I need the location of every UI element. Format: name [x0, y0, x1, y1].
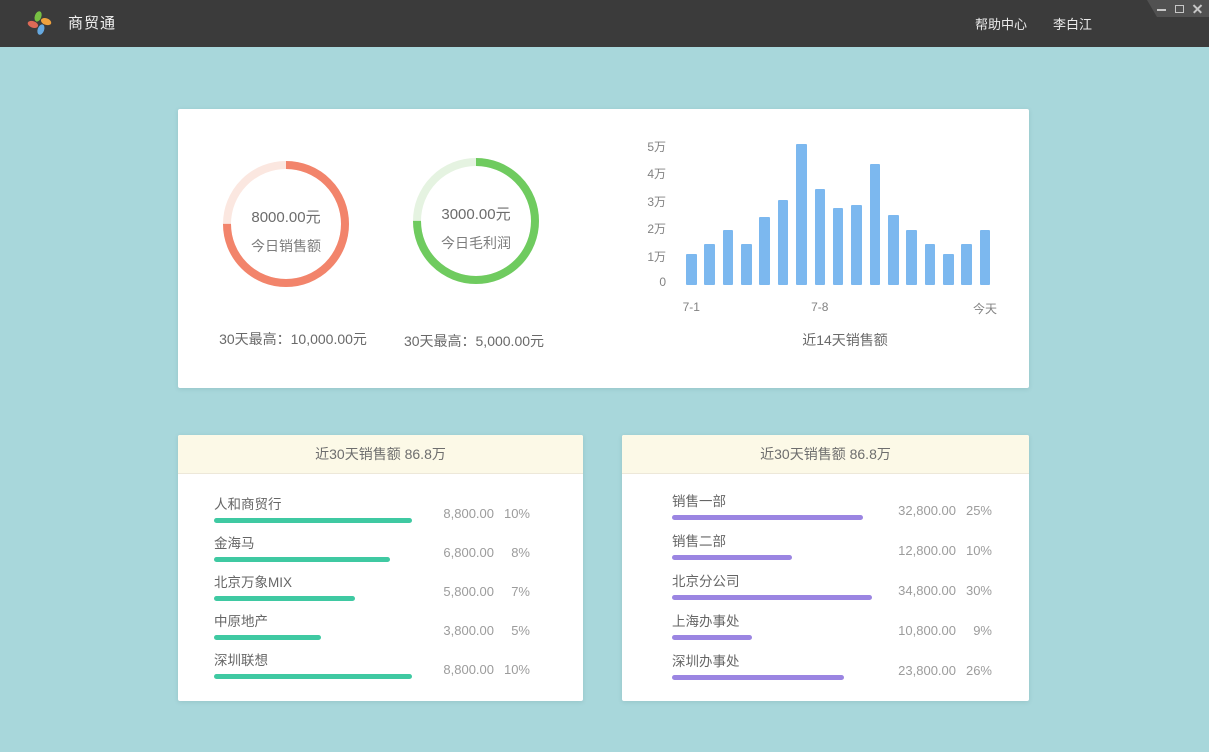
rank-item-value: 5,800.00: [416, 584, 494, 599]
y-tick-label: 1万: [618, 248, 666, 265]
rank-item-percent: 30%: [956, 583, 992, 598]
app-window: 商贸通 帮助中心 李白江 8000.00元 今日销售额 30天最高：10,000…: [0, 0, 1209, 752]
sales-bar: [686, 254, 697, 285]
x-tick-label: 7-8: [780, 300, 860, 314]
rank-item-value: 32,800.00: [878, 503, 956, 518]
chart-y-axis: 0 1万 2万 3万 4万 5万: [618, 109, 666, 309]
department-rank-card: 近30天销售额 86.8万 销售一部32,800.0025%销售二部12,800…: [622, 435, 1029, 701]
profit-30d-max: 30天最高：5,000.00元: [364, 331, 584, 351]
rank-row: 北京万象MIX5,800.007%: [214, 571, 583, 610]
maximize-icon: [1175, 5, 1184, 13]
rank-row: 人和商贸行8,800.0010%: [214, 493, 583, 532]
minimize-icon: [1157, 9, 1166, 11]
minimize-button[interactable]: [1155, 2, 1168, 15]
sales-bar: [778, 200, 789, 285]
rank-item-bar: [672, 515, 863, 520]
y-tick-label: 2万: [618, 220, 666, 237]
rank-item-value: 8,800.00: [416, 662, 494, 677]
app-title: 商贸通: [68, 0, 116, 47]
rank-item-value: 34,800.00: [878, 583, 956, 598]
rank-item-percent: 8%: [494, 545, 530, 560]
rank-item-percent: 5%: [494, 623, 530, 638]
rank-row: 深圳联想8,800.0010%: [214, 649, 583, 688]
today-sales-value: 8000.00元: [221, 206, 351, 227]
sales-bar: [961, 244, 972, 285]
sales-bar: [943, 254, 954, 285]
rank-row: 中原地产3,800.005%: [214, 610, 583, 649]
rank-item-value: 6,800.00: [416, 545, 494, 560]
sales-bar: [925, 244, 936, 285]
close-button[interactable]: [1191, 2, 1204, 15]
sales-bar: [815, 189, 826, 285]
rank-item-bar: [672, 595, 872, 600]
rank-item-percent: 26%: [956, 663, 992, 678]
rank-item-bar: [672, 555, 792, 560]
x-tick-label: 7-1: [651, 300, 731, 314]
x-tick-label: 今天: [945, 300, 1025, 317]
sales-bar: [906, 230, 917, 285]
today-profit-value: 3000.00元: [411, 203, 541, 224]
sales-bar: [888, 215, 899, 286]
close-icon: [1192, 3, 1203, 14]
customer-rank-list: 人和商贸行8,800.0010%金海马6,800.008%北京万象MIX5,80…: [178, 474, 583, 688]
bar-series: [686, 137, 1001, 285]
sales-bar: [796, 144, 807, 285]
rank-row: 上海办事处10,800.009%: [672, 610, 1029, 650]
customer-rank-card: 近30天销售额 86.8万 人和商贸行8,800.0010%金海马6,800.0…: [178, 435, 583, 701]
sales-bar: [759, 217, 770, 285]
y-tick-label: 0: [618, 275, 666, 289]
sales-bar: [723, 230, 734, 285]
titlebar: 商贸通 帮助中心 李白江: [0, 0, 1209, 47]
rank-item-value: 8,800.00: [416, 506, 494, 521]
rank-item-value: 10,800.00: [878, 623, 956, 638]
today-summary-card: 8000.00元 今日销售额 30天最高：10,000.00元 3000.00元…: [178, 109, 1029, 388]
pinwheel-icon: [26, 9, 53, 37]
today-profit-label: 今日毛利润: [411, 233, 541, 253]
rank-item-value: 3,800.00: [416, 623, 494, 638]
today-sales-label: 今日销售额: [221, 236, 351, 256]
maximize-button[interactable]: [1173, 2, 1186, 15]
help-center-link[interactable]: 帮助中心: [975, 14, 1027, 33]
rank-item-bar: [214, 635, 321, 640]
sales-bar: [833, 208, 844, 286]
rank-row: 深圳办事处23,800.0026%: [672, 650, 1029, 690]
rank-item-value: 23,800.00: [878, 663, 956, 678]
rank-item-percent: 10%: [494, 662, 530, 677]
today-profit-donut: 3000.00元 今日毛利润: [411, 156, 541, 286]
rank-item-bar: [214, 557, 390, 562]
rank-item-bar: [672, 675, 844, 680]
rank-item-percent: 7%: [494, 584, 530, 599]
sales-bar: [741, 244, 752, 285]
y-tick-label: 3万: [618, 193, 666, 210]
window-controls: [1147, 0, 1209, 17]
rank-item-percent: 9%: [956, 623, 992, 638]
sales-bar: [870, 164, 881, 285]
rank-item-bar: [214, 518, 412, 523]
current-user[interactable]: 李白江: [1053, 14, 1092, 33]
rank-item-bar: [214, 596, 355, 601]
rank-item-bar: [672, 635, 752, 640]
department-rank-title: 近30天销售额 86.8万: [622, 435, 1029, 474]
chart-x-axis: 7-17-8今天: [686, 300, 1001, 314]
rank-row: 北京分公司34,800.0030%: [672, 570, 1029, 610]
y-tick-label: 4万: [618, 165, 666, 182]
rank-item-percent: 25%: [956, 503, 992, 518]
sales-bar: [980, 230, 991, 285]
sales-bar: [851, 205, 862, 285]
sales-bar: [704, 244, 715, 285]
rank-row: 金海马6,800.008%: [214, 532, 583, 571]
rank-item-percent: 10%: [956, 543, 992, 558]
rank-item-percent: 10%: [494, 506, 530, 521]
customer-rank-title: 近30天销售额 86.8万: [178, 435, 583, 474]
department-rank-list: 销售一部32,800.0025%销售二部12,800.0010%北京分公司34,…: [622, 474, 1029, 690]
rank-row: 销售二部12,800.0010%: [672, 530, 1029, 570]
chart-title: 近14天销售额: [745, 330, 945, 350]
today-sales-donut: 8000.00元 今日销售额: [221, 159, 351, 289]
y-tick-label: 5万: [618, 138, 666, 155]
rank-row: 销售一部32,800.0025%: [672, 490, 1029, 530]
rank-item-value: 12,800.00: [878, 543, 956, 558]
rank-item-bar: [214, 674, 412, 679]
